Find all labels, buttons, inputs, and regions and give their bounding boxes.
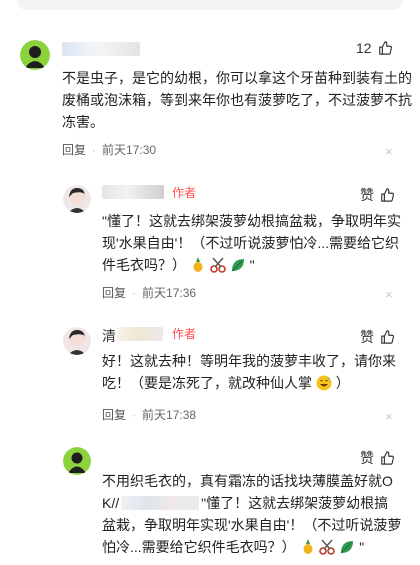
avatar[interactable]: [63, 185, 91, 213]
timestamp: 前天17:38: [142, 408, 197, 422]
timestamp: 前天17:36: [142, 286, 197, 300]
meta-separator: ·: [92, 142, 97, 157]
meta-separator: ·: [132, 285, 137, 300]
reply-button[interactable]: 回复: [62, 141, 86, 158]
leaf-emoji-icon: [231, 259, 244, 272]
like-button[interactable]: 赞: [360, 448, 394, 468]
avatar[interactable]: [20, 40, 50, 70]
reply-text-end: ）: [335, 375, 350, 391]
avatar-icon: [63, 447, 91, 475]
like-label: 赞: [360, 450, 374, 466]
avatar-icon: [63, 327, 91, 355]
leaf-emoji-icon: [340, 541, 354, 554]
avatar[interactable]: [63, 327, 91, 355]
previous-comment-strip: [18, 0, 402, 10]
comment-meta: 回复 · 前天17:30: [62, 141, 156, 158]
like-count: 12: [356, 40, 372, 56]
like-button[interactable]: 12: [356, 40, 392, 56]
meta-separator: ·: [132, 407, 137, 422]
reply-meta: 回复 · 前天17:38: [102, 406, 196, 423]
scissors-emoji-icon: [319, 539, 336, 555]
like-label: 赞: [360, 329, 374, 345]
pineapple-emoji-icon: [303, 539, 313, 554]
reply-meta: 回复 · 前天17:36: [102, 284, 196, 301]
reply-text-body: 好！这就去种！等明年我的菠萝丰收了，请你来吃！（要是冻死了，就改种仙人掌: [102, 353, 396, 391]
username-blurred: [62, 42, 140, 56]
pineapple-emoji-icon: [193, 257, 203, 272]
comment-text: 不是虫子，是它的幼根，你可以拿这个牙苗种到装有土的废桶或泡沫箱，等到来年你也有菠…: [62, 70, 412, 130]
thumb-up-icon: [381, 451, 394, 465]
username-blurred: [102, 185, 164, 199]
like-button[interactable]: 赞: [360, 327, 394, 347]
reply-text: "懂了！这就去绑架菠萝幼根搞盆栽，争取明年实现'水果自由'！（不过听说菠萝怕冷.…: [102, 210, 402, 276]
reply-text: 不用织毛衣的，真有霜冻的话找块薄膜盖好就OK//"懂了！这就去绑架菠萝幼根搞盆栽…: [102, 470, 402, 558]
reply-button[interactable]: 回复: [102, 406, 126, 423]
scissors-emoji-icon: [209, 257, 226, 273]
grinning-sweat-emoji-icon: [316, 375, 332, 391]
thumb-up-icon: [378, 41, 392, 55]
reply-text-end: ": [359, 539, 365, 555]
thumb-up-icon: [381, 330, 394, 344]
close-icon[interactable]: ×: [385, 145, 393, 158]
reply-button[interactable]: 回复: [102, 284, 126, 301]
username-blurred: [117, 327, 163, 341]
quoted-username-blurred: [121, 496, 200, 510]
close-icon[interactable]: ×: [385, 288, 393, 301]
author-badge: 作者: [172, 327, 197, 341]
reply-text-end: ": [249, 257, 255, 273]
close-icon[interactable]: ×: [385, 410, 393, 423]
avatar-icon: [63, 185, 91, 213]
username-prefix: 清: [102, 328, 116, 344]
thumb-up-icon: [381, 188, 394, 202]
like-label: 赞: [360, 187, 374, 203]
reply-text: 好！这就去种！等明年我的菠萝丰收了，请你来吃！（要是冻死了，就改种仙人掌 ）: [102, 350, 402, 394]
avatar-icon: [20, 40, 50, 70]
author-badge: 作者: [172, 186, 197, 200]
avatar[interactable]: [63, 447, 91, 475]
like-button[interactable]: 赞: [360, 185, 394, 205]
timestamp: 前天17:30: [102, 143, 157, 157]
